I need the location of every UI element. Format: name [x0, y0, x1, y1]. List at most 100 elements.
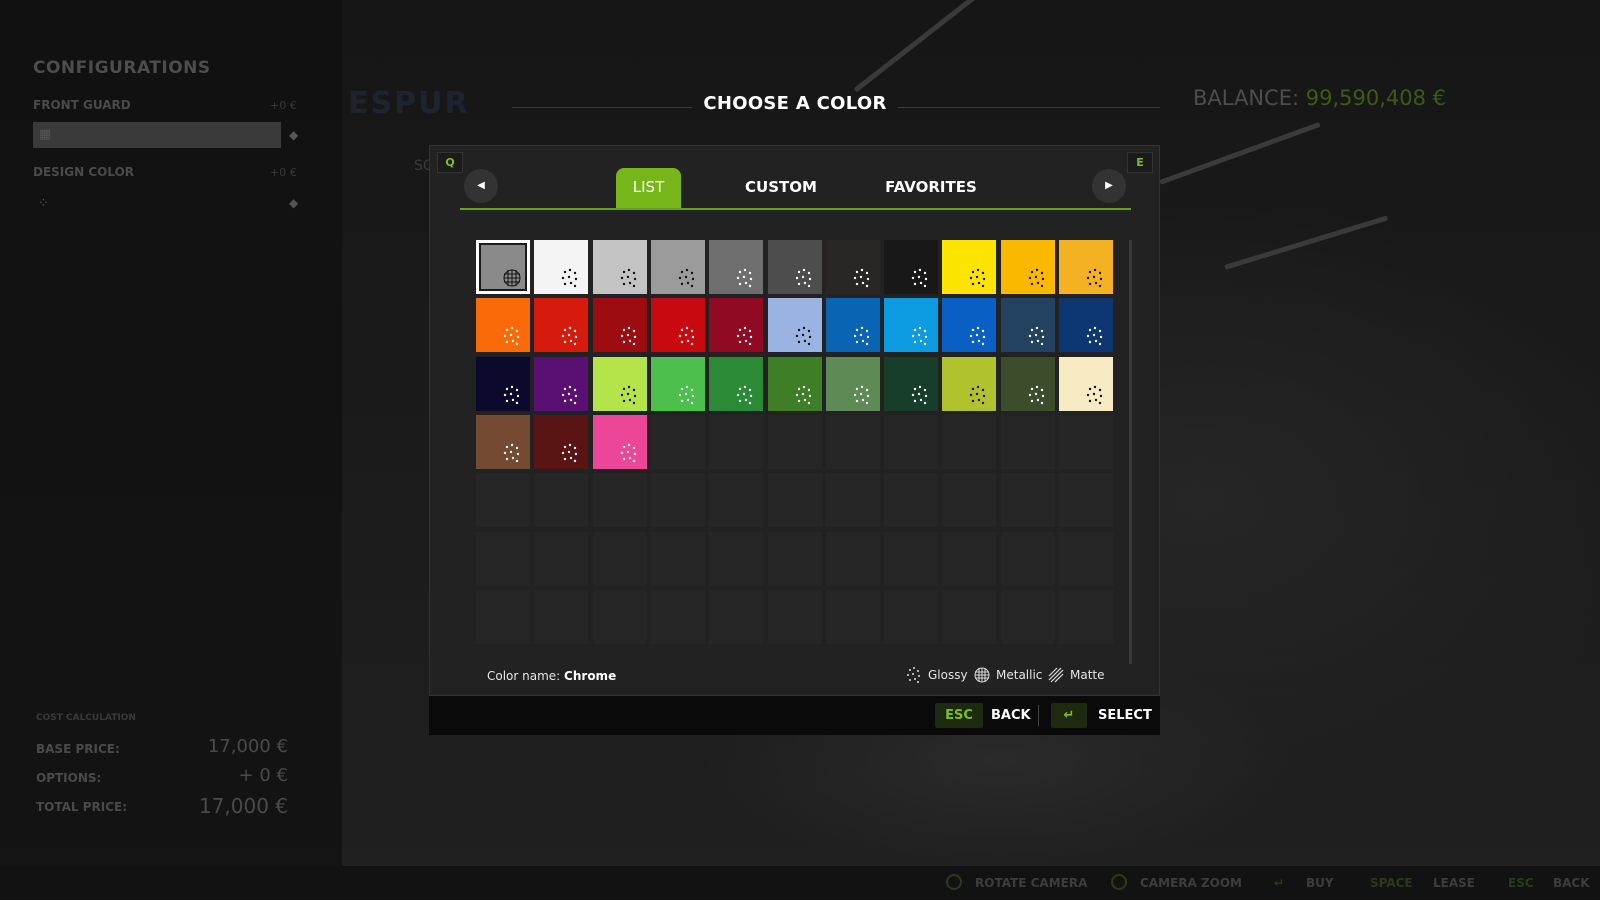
color-swatch[interactable] — [476, 240, 530, 294]
color-swatch[interactable] — [1059, 356, 1113, 411]
color-swatch[interactable] — [1000, 356, 1055, 411]
total-price-label: TOTAL PRICE: — [36, 800, 128, 814]
metallic-icon — [503, 269, 521, 287]
scrollbar[interactable] — [1129, 240, 1132, 664]
empty-swatch-slot — [1000, 589, 1055, 644]
space-key: SPACE — [1370, 876, 1413, 890]
glossy-icon — [503, 385, 520, 404]
glossy-icon — [795, 268, 811, 288]
color-name-label: Color name: — [487, 669, 561, 683]
empty-swatch-slot — [942, 473, 997, 528]
color-swatch[interactable] — [884, 298, 939, 353]
brand-logo: ESPUR — [348, 86, 470, 121]
color-swatch[interactable] — [709, 298, 764, 353]
rotate-camera-hint[interactable]: ROTATE CAMERA — [975, 876, 1087, 890]
empty-swatch-slot — [592, 473, 647, 528]
color-swatch[interactable] — [825, 356, 880, 411]
empty-swatch-slot — [476, 589, 530, 644]
tab-custom[interactable]: CUSTOM — [731, 168, 831, 209]
empty-swatch-slot — [592, 589, 647, 644]
balance-value: 99,590,408 € — [1305, 86, 1447, 110]
lease-hint[interactable]: LEASE — [1433, 876, 1475, 890]
glossy-icon — [853, 385, 869, 404]
front-guard-label: FRONT GUARD — [33, 98, 131, 112]
glossy-icon — [795, 327, 811, 346]
balance-label: BALANCE: — [1193, 86, 1300, 110]
glossy-icon — [620, 443, 636, 463]
color-swatch[interactable] — [767, 240, 822, 294]
empty-swatch-slot — [650, 473, 705, 528]
color-swatch[interactable] — [650, 356, 705, 411]
color-swatch[interactable] — [767, 356, 822, 411]
empty-swatch-slot — [1000, 473, 1055, 528]
color-swatch[interactable] — [534, 298, 589, 353]
esc-key[interactable]: ESC — [935, 703, 983, 728]
empty-swatch-slot — [767, 531, 822, 586]
color-swatch[interactable] — [942, 298, 997, 353]
empty-swatch-slot — [767, 473, 822, 528]
color-swatch[interactable] — [884, 240, 939, 294]
ceiling-beam — [853, 0, 991, 93]
color-swatch[interactable] — [1000, 240, 1055, 294]
title-divider — [512, 107, 692, 108]
color-swatch[interactable] — [1059, 240, 1113, 294]
glossy-icon — [503, 443, 520, 463]
color-swatch[interactable] — [534, 240, 589, 294]
color-swatch[interactable] — [884, 356, 939, 411]
color-swatch[interactable] — [709, 240, 764, 294]
color-swatch[interactable] — [650, 298, 705, 353]
color-swatch[interactable] — [942, 240, 997, 294]
prev-tab-key[interactable]: Q — [437, 152, 463, 173]
glossy-icon — [620, 385, 636, 404]
color-swatch[interactable] — [476, 298, 530, 353]
legend-glossy: Glossy — [905, 666, 968, 684]
dialog-footer: ESC BACK ↵ SELECT — [429, 696, 1160, 735]
prev-arrow-button[interactable]: ◀ — [464, 169, 498, 203]
color-swatch[interactable] — [825, 298, 880, 353]
empty-swatch-slot — [825, 531, 880, 586]
buy-hint[interactable]: BUY — [1306, 876, 1334, 890]
glossy-icon — [795, 385, 811, 404]
empty-swatch-slot — [650, 589, 705, 644]
color-swatch[interactable] — [767, 298, 822, 353]
empty-swatch-slot — [942, 414, 997, 469]
color-swatch[interactable] — [476, 414, 530, 469]
cost-calculation-heading: COST CALCULATION — [36, 713, 136, 723]
color-name-display: Color name: Chrome — [487, 669, 616, 683]
empty-swatch-slot — [709, 414, 764, 469]
color-swatch[interactable] — [592, 240, 647, 294]
back-button[interactable]: BACK — [991, 708, 1031, 723]
color-swatch[interactable] — [1000, 298, 1055, 353]
color-swatch[interactable] — [592, 298, 647, 353]
legend-metallic-label: Metallic — [996, 668, 1043, 682]
color-swatch[interactable] — [942, 356, 997, 411]
empty-swatch-slot — [709, 531, 764, 586]
next-tab-key[interactable]: E — [1127, 152, 1153, 173]
tab-favorites[interactable]: FAVORITES — [876, 168, 986, 209]
select-button[interactable]: SELECT — [1098, 708, 1152, 723]
tab-list[interactable]: LIST — [616, 168, 681, 209]
color-swatch[interactable] — [709, 356, 764, 411]
front-guard-price: +0 € — [270, 99, 297, 112]
color-swatch[interactable] — [476, 356, 530, 411]
empty-swatch-slot — [1000, 414, 1055, 469]
empty-swatch-slot — [767, 414, 822, 469]
camera-zoom-hint[interactable]: CAMERA ZOOM — [1140, 876, 1242, 890]
glossy-icon — [970, 385, 986, 404]
next-arrow-button[interactable]: ▶ — [1092, 169, 1126, 203]
color-swatch[interactable] — [592, 414, 647, 469]
empty-swatch-slot — [592, 531, 647, 586]
front-guard-option[interactable]: ▦ — [33, 122, 281, 148]
glossy-icon — [562, 327, 578, 346]
empty-swatch-slot — [1059, 589, 1113, 644]
color-swatch[interactable] — [650, 240, 705, 294]
color-swatch[interactable] — [534, 414, 589, 469]
color-swatch[interactable] — [592, 356, 647, 411]
back-hint[interactable]: BACK — [1553, 876, 1590, 890]
enter-key-icon[interactable]: ↵ — [1051, 703, 1087, 728]
enter-key-icon: ↵ — [1274, 876, 1285, 890]
color-swatch[interactable] — [825, 240, 880, 294]
color-swatch[interactable] — [1059, 298, 1113, 353]
color-swatch[interactable] — [534, 356, 589, 411]
glossy-icon — [736, 268, 753, 288]
